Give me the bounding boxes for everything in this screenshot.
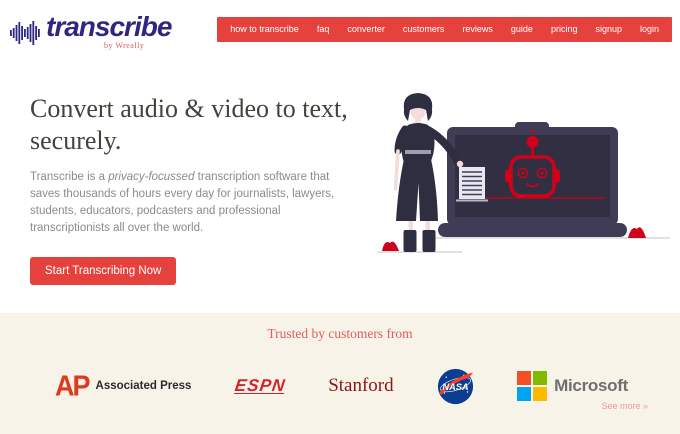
nav-item-customers[interactable]: customers xyxy=(394,17,454,42)
stanford-logo: Stanford xyxy=(328,375,394,396)
waveform-icon xyxy=(10,20,42,51)
logo-wordmark: transcribe xyxy=(46,11,172,42)
start-transcribing-button[interactable]: Start Transcribing Now xyxy=(30,256,177,285)
hero-copy: Convert audio & video to text, securely.… xyxy=(30,93,365,285)
woman-laptop-robot-illustration xyxy=(372,85,672,260)
laptop-base xyxy=(438,223,627,237)
main-nav: how to transcribe faq converter customer… xyxy=(217,17,672,42)
hero-paragraph: Transcribe is a privacy-focussed transcr… xyxy=(30,169,360,237)
hero-paragraph-pre: Transcribe is a xyxy=(30,171,109,184)
hero-paragraph-emphasis: privacy-focussed xyxy=(108,171,195,184)
nav-item-converter[interactable]: converter xyxy=(338,17,394,42)
nav-item-how-to-transcribe[interactable]: how to transcribe xyxy=(221,17,308,42)
svg-text:NASA: NASA xyxy=(442,382,469,392)
hero-heading: Convert audio & video to text, securely. xyxy=(30,94,348,155)
nav-item-login[interactable]: login xyxy=(631,17,668,42)
nav-item-signup[interactable]: signup xyxy=(586,17,631,42)
bush-right xyxy=(628,227,646,238)
logo-byline: by Wreally xyxy=(104,41,145,50)
ap-logo: AP Associated Press xyxy=(55,369,192,402)
transcribe-logo[interactable]: transcribe xyxy=(10,11,172,51)
nav-item-reviews[interactable]: reviews xyxy=(453,17,502,42)
nav-item-guide[interactable]: guide xyxy=(502,17,542,42)
see-more-link[interactable]: See more » xyxy=(601,401,648,411)
bush-left xyxy=(382,241,399,251)
ap-label: Associated Press xyxy=(95,380,192,392)
nav-item-pricing[interactable]: pricing xyxy=(542,17,587,42)
espn-logo: ESPN xyxy=(233,376,287,395)
microsoft-logo: Microsoft xyxy=(517,371,628,401)
customer-logo-row: AP Associated Press ESPN Stanford NASA M… xyxy=(0,363,680,409)
nav-item-faq[interactable]: faq xyxy=(308,17,339,42)
trusted-section: Trusted by customers from AP Associated … xyxy=(0,313,680,434)
ap-mark: AP xyxy=(55,369,90,402)
site-header: transcribe by Wreally how to transcribe … xyxy=(0,0,680,60)
trusted-heading: Trusted by customers from xyxy=(267,326,413,341)
document xyxy=(456,167,488,202)
nasa-logo: NASA xyxy=(437,368,474,405)
microsoft-squares-icon xyxy=(517,371,548,401)
